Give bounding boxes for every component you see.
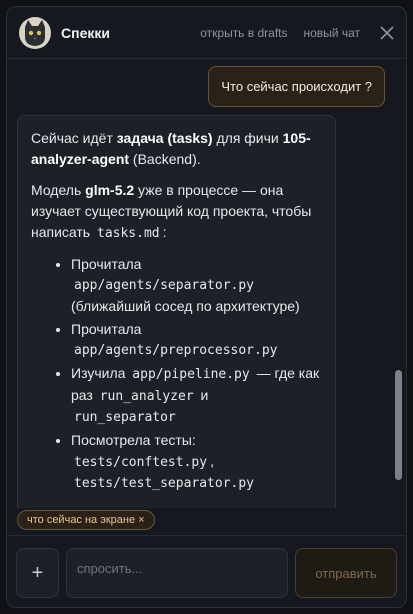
inline-code: app/agents/preprocessor.py xyxy=(74,343,278,358)
inline-code: run_analyzer xyxy=(99,389,194,404)
bold-text: задача (tasks) xyxy=(116,130,213,146)
text-segment: Посмотрела тесты: xyxy=(71,432,196,448)
new-chat-link[interactable]: новый чат xyxy=(304,26,361,40)
text-segment: Прочитала xyxy=(71,256,142,272)
message-list[interactable]: Что сейчас происходит ? Сейчас идёт зада… xyxy=(7,60,406,508)
text-segment: , xyxy=(210,453,214,469)
composer: + спросить... отправить xyxy=(7,535,406,607)
inline-code: tasks.md xyxy=(97,226,160,241)
scrollbar-thumb[interactable] xyxy=(395,370,402,480)
assistant-paragraph-1: Сейчас идёт задача (tasks) для фичи 105-… xyxy=(31,128,322,170)
text-segment: Модель xyxy=(31,182,86,198)
inline-code: tests/conftest.py xyxy=(74,455,208,470)
chat-title: Спекки xyxy=(61,24,110,41)
chat-panel: Спекки открыть в drafts новый чат Что се… xyxy=(6,6,407,608)
text-segment: : xyxy=(162,224,167,240)
input-placeholder: спросить... xyxy=(77,561,143,576)
inline-code: app/agents/separator.py xyxy=(74,278,255,293)
send-button[interactable]: отправить xyxy=(295,548,397,598)
inline-code: tests/test_separator.py xyxy=(74,476,255,491)
text-segment: для фичи xyxy=(212,130,283,146)
text-segment: и xyxy=(200,387,209,403)
inline-code: app/pipeline.py xyxy=(132,367,250,382)
inline-code: run_separator xyxy=(74,410,176,425)
context-chip[interactable]: что сейчас на экране × xyxy=(17,510,155,530)
activity-list: Прочитала app/agents/separator.py (ближа… xyxy=(31,254,322,494)
text-segment: Сейчас идёт xyxy=(31,130,117,146)
chat-header: Спекки открыть в drafts новый чат xyxy=(7,7,406,59)
bold-text: glm-5.2 xyxy=(85,182,135,198)
text-segment: Прочитала xyxy=(71,321,142,337)
assistant-message: Сейчас идёт задача (tasks) для фичи 105-… xyxy=(17,115,336,508)
assistant-paragraph-2: Модель glm-5.2 уже в процессе — она изуч… xyxy=(31,180,322,244)
list-item: Прочитала app/agents/preprocessor.py xyxy=(71,319,322,361)
user-message: Что сейчас происходит ? xyxy=(208,66,385,107)
list-item: Посмотрела тесты: tests/conftest.py, tes… xyxy=(71,430,322,494)
open-in-drafts-link[interactable]: открыть в drafts xyxy=(200,26,287,40)
list-item: Прочитала app/agents/separator.py (ближа… xyxy=(71,254,322,317)
attach-button[interactable]: + xyxy=(16,548,59,598)
list-item: Изучила app/pipeline.py — где как раз ru… xyxy=(71,363,322,428)
text-segment: (ближайший сосед по архитектуре) xyxy=(71,298,300,314)
close-icon[interactable] xyxy=(380,25,394,40)
text-segment: (Backend). xyxy=(129,151,201,167)
cat-avatar-icon xyxy=(19,16,51,49)
message-input[interactable]: спросить... xyxy=(66,548,288,598)
text-segment: Изучила xyxy=(71,365,126,381)
